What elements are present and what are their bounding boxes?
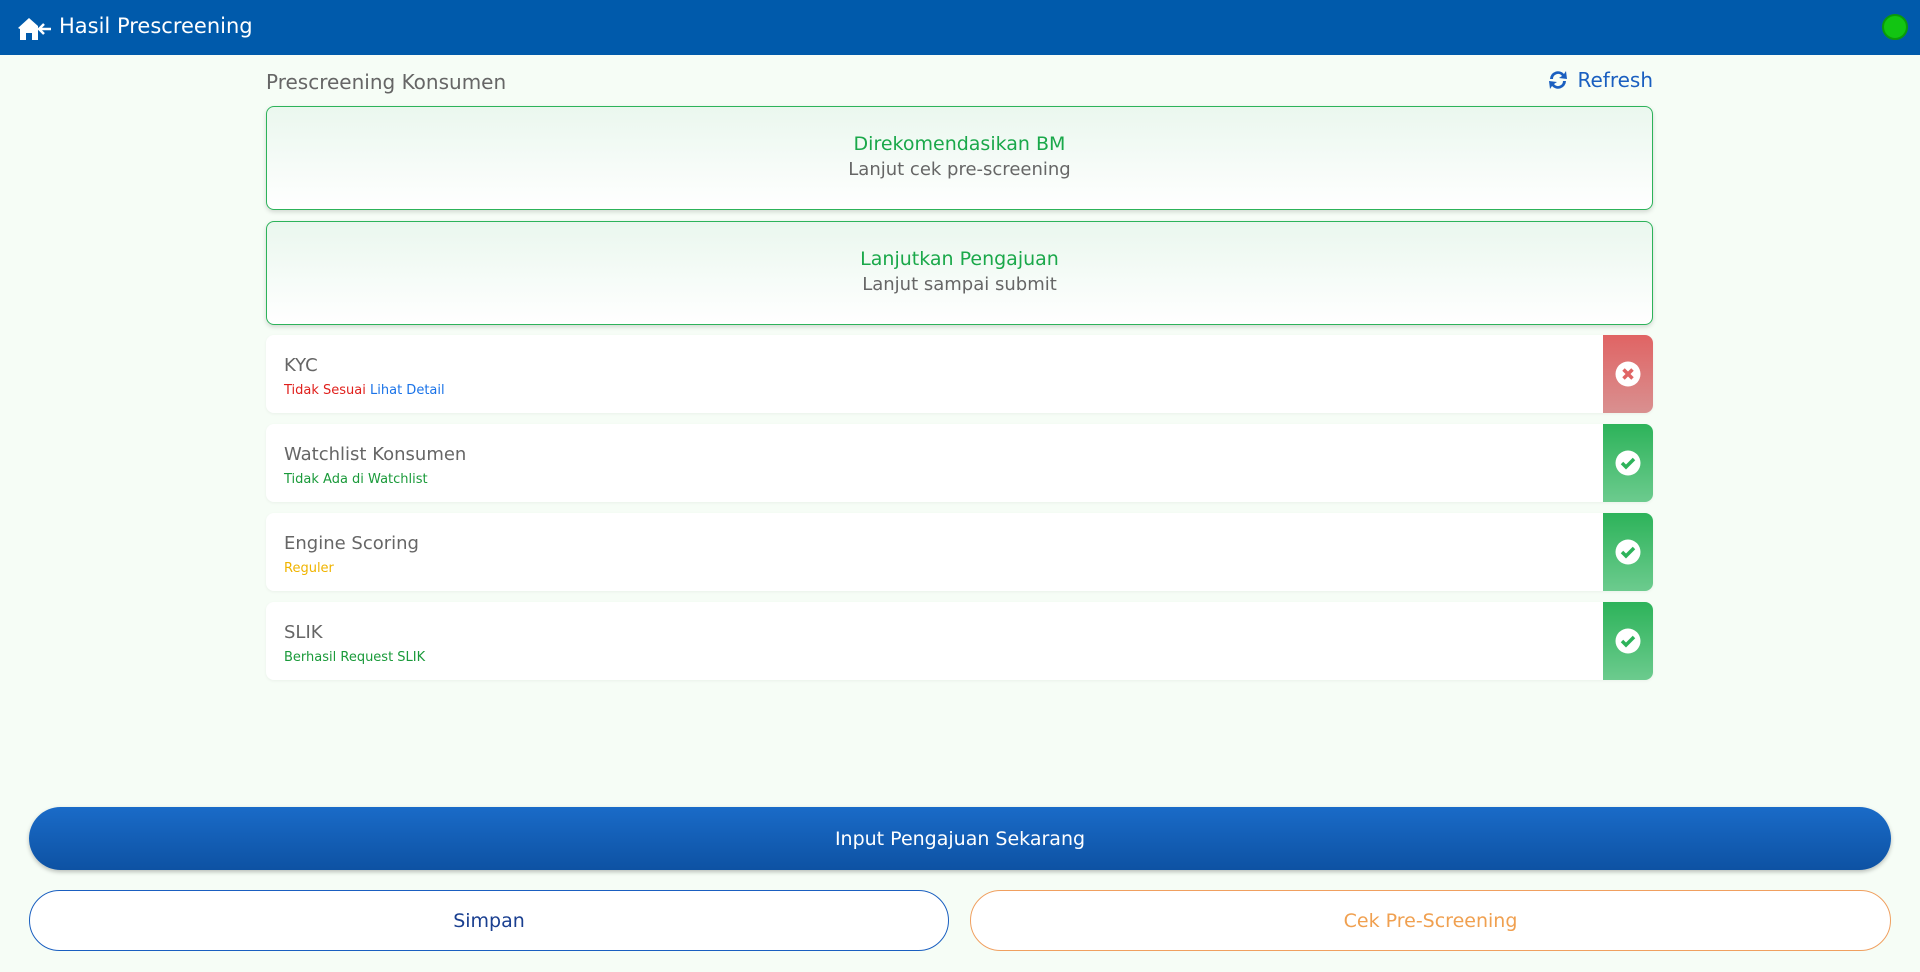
check-row-engine-scoring: Engine Scoring Reguler: [266, 513, 1653, 591]
check-name: KYC: [284, 355, 318, 376]
check-name: SLIK: [284, 622, 323, 643]
check-prescreening-button[interactable]: Cek Pre-Screening: [970, 890, 1891, 951]
continue-application-card[interactable]: Lanjutkan Pengajuan Lanjut sampai submit: [266, 221, 1653, 325]
check-status: Reguler: [284, 561, 334, 576]
check-circle-icon: [1615, 628, 1641, 654]
home-back-icon[interactable]: [18, 16, 52, 40]
pass-status-cell: [1603, 513, 1653, 591]
save-button[interactable]: Simpan: [29, 890, 949, 951]
pass-status-cell: [1603, 602, 1653, 680]
page-title: Hasil Prescreening: [59, 14, 253, 38]
check-row-watchlist: Watchlist Konsumen Tidak Ada di Watchlis…: [266, 424, 1653, 502]
pass-status-cell: [1603, 424, 1653, 502]
check-status: Tidak Ada di Watchlist: [284, 472, 428, 487]
check-status: Berhasil Request SLIK: [284, 650, 426, 665]
check-circle-icon: [1615, 539, 1641, 565]
connection-status-indicator: [1882, 14, 1908, 40]
check-name: Engine Scoring: [284, 533, 419, 554]
check-status: Tidak Sesuai: [284, 383, 366, 398]
card-subtitle: Lanjut sampai submit: [862, 274, 1057, 295]
input-application-button[interactable]: Input Pengajuan Sekarang: [29, 807, 1891, 870]
section-title: Prescreening Konsumen: [266, 70, 507, 94]
check-row-slik: SLIK Berhasil Request SLIK: [266, 602, 1653, 680]
refresh-icon: [1549, 71, 1568, 89]
card-title: Lanjutkan Pengajuan: [860, 248, 1059, 270]
view-detail-link[interactable]: Lihat Detail: [370, 383, 445, 398]
check-circle-icon: [1615, 450, 1641, 476]
app-header: Hasil Prescreening: [0, 0, 1920, 55]
refresh-button[interactable]: Refresh: [1547, 68, 1653, 92]
check-row-kyc: KYC Tidak Sesuai Lihat Detail: [266, 335, 1653, 413]
recommendation-card[interactable]: Direkomendasikan BM Lanjut cek pre-scree…: [266, 106, 1653, 210]
x-circle-icon: [1615, 361, 1641, 387]
card-title: Direkomendasikan BM: [853, 133, 1066, 155]
fail-status-cell: [1603, 335, 1653, 413]
refresh-label: Refresh: [1577, 68, 1653, 92]
check-name: Watchlist Konsumen: [284, 444, 467, 465]
card-subtitle: Lanjut cek pre-screening: [848, 159, 1071, 180]
